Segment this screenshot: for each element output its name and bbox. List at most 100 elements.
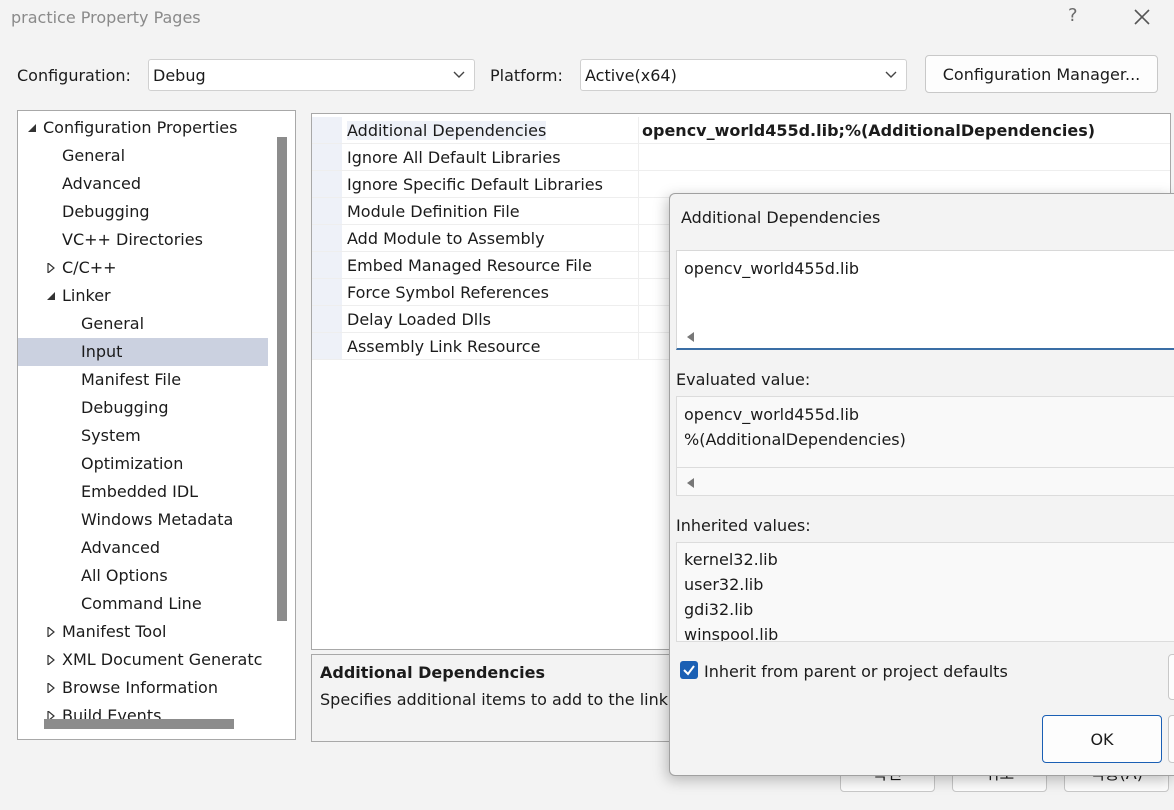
tree-item-windows-metadata[interactable]: Windows Metadata	[18, 506, 268, 534]
configuration-dropdown[interactable]: Debug	[148, 59, 475, 91]
property-name: Embed Managed Resource File	[347, 256, 592, 275]
collapse-arrow-icon[interactable]	[27, 123, 37, 133]
column-separator	[638, 333, 639, 359]
property-value[interactable]: opencv_world455d.lib;%(AdditionalDepende…	[642, 121, 1095, 140]
platform-label: Platform:	[490, 66, 563, 85]
scroll-left-icon[interactable]	[686, 477, 696, 489]
tree-item-label: VC++ Directories	[62, 230, 203, 249]
tree-item-advanced[interactable]: Advanced	[18, 170, 268, 198]
column-separator	[638, 225, 639, 251]
tree-item-embedded-idl[interactable]: Embedded IDL	[18, 478, 268, 506]
tree-item-debugging[interactable]: Debugging	[18, 198, 268, 226]
tree-vertical-scrollbar[interactable]	[277, 137, 287, 621]
grid-row-ignore-all-default-libraries[interactable]: Ignore All Default Libraries	[312, 144, 1170, 171]
evaluated-value-box: opencv_world455d.lib %(AdditionalDepende…	[676, 396, 1174, 496]
tree-item-configuration-properties[interactable]: Configuration Properties	[18, 114, 268, 142]
inherit-checkbox[interactable]	[680, 661, 698, 679]
tree-item-linker[interactable]: Linker	[18, 282, 268, 310]
row-gutter	[312, 144, 342, 170]
tree-item-label: Advanced	[81, 538, 161, 557]
tree-item-command-line[interactable]: Command Line	[18, 590, 268, 618]
row-gutter	[312, 252, 342, 278]
expand-arrow-icon[interactable]	[46, 683, 56, 693]
close-icon[interactable]	[1128, 3, 1156, 31]
window-title: practice Property Pages	[11, 8, 201, 27]
tree-item-system[interactable]: System	[18, 422, 268, 450]
inherit-checkbox-label[interactable]: Inherit from parent or project defaults	[704, 662, 1008, 681]
expand-arrow-icon[interactable]	[46, 655, 56, 665]
tree-item-label: Browse Information	[62, 678, 218, 697]
inherited-line: kernel32.lib	[684, 550, 778, 569]
edit-text[interactable]: opencv_world455d.lib	[684, 259, 859, 278]
tree-item-linker-input[interactable]: Input	[18, 338, 268, 366]
expand-arrow-icon[interactable]	[46, 263, 56, 273]
column-separator	[638, 144, 639, 170]
tree-item-label: General	[81, 314, 145, 333]
property-name: Assembly Link Resource	[347, 337, 541, 356]
tree-item-browse-information[interactable]: Browse Information	[18, 674, 268, 702]
expand-arrow-icon[interactable]	[46, 627, 56, 637]
tree-horizontal-scrollbar[interactable]	[44, 719, 234, 729]
property-name: Module Definition File	[347, 202, 520, 221]
configuration-manager-button[interactable]: Configuration Manager...	[925, 55, 1158, 93]
tree-item-label: C/C++	[62, 258, 117, 277]
inherited-line: user32.lib	[684, 575, 764, 594]
property-tree: Configuration Properties General Advance…	[17, 110, 296, 740]
property-name: Ignore All Default Libraries	[347, 148, 561, 167]
property-name: Ignore Specific Default Libraries	[347, 175, 603, 194]
column-separator	[638, 252, 639, 278]
row-gutter	[312, 333, 342, 359]
cancel-button-edge[interactable]	[1168, 715, 1174, 763]
tree-item-linker-general[interactable]: General	[18, 310, 268, 338]
column-separator	[638, 279, 639, 305]
row-gutter	[312, 198, 342, 224]
tree-item-xml-document-generator[interactable]: XML Document Generatc	[18, 646, 268, 674]
property-name: Add Module to Assembly	[347, 229, 545, 248]
tree-item-label: Debugging	[81, 398, 169, 417]
tree-item-label: Configuration Properties	[43, 118, 238, 137]
property-name: Delay Loaded Dlls	[347, 310, 491, 329]
dialog-title: Additional Dependencies	[681, 208, 881, 227]
chevron-down-icon	[453, 71, 465, 78]
row-gutter	[312, 171, 342, 197]
tree-item-label: Input	[81, 342, 123, 361]
evaluated-value-label: Evaluated value:	[676, 370, 811, 389]
inherited-values-box: kernel32.lib user32.lib gdi32.lib winspo…	[676, 542, 1174, 642]
scroll-left-icon[interactable]	[686, 331, 696, 343]
tree-item-label: General	[62, 146, 126, 165]
box-divider	[677, 467, 1174, 468]
row-gutter	[312, 306, 342, 332]
tree-item-label: Embedded IDL	[81, 482, 199, 501]
tree-item-label: Optimization	[81, 454, 184, 473]
description-text: Specifies additional items to add to the…	[320, 690, 668, 709]
property-name: Force Symbol References	[347, 283, 549, 302]
tree-item-linker-advanced[interactable]: Advanced	[18, 534, 268, 562]
configuration-bar: Configuration: Debug Platform: Active(x6…	[0, 55, 1174, 97]
tree-item-c-cpp[interactable]: C/C++	[18, 254, 268, 282]
column-separator	[638, 117, 639, 143]
tree-item-label: Linker	[62, 286, 111, 305]
tree-item-label: Advanced	[62, 174, 142, 193]
tree-item-all-options[interactable]: All Options	[18, 562, 268, 590]
checkmark-icon	[683, 665, 695, 676]
configuration-value: Debug	[153, 66, 206, 85]
help-button[interactable]: ?	[1068, 5, 1078, 26]
macros-button-edge[interactable]	[1168, 654, 1174, 700]
tree-item-label: All Options	[81, 566, 168, 585]
tree-item-manifest-tool[interactable]: Manifest Tool	[18, 618, 268, 646]
tree-item-manifest-file[interactable]: Manifest File	[18, 366, 268, 394]
grid-row-additional-dependencies[interactable]: Additional Dependencies opencv_world455d…	[312, 117, 1170, 144]
collapse-arrow-icon[interactable]	[46, 291, 56, 301]
dependencies-edit-box[interactable]: opencv_world455d.lib	[676, 250, 1174, 350]
tree-item-label: System	[81, 426, 141, 445]
tree-item-vc-directories[interactable]: VC++ Directories	[18, 226, 268, 254]
tree-item-label: Command Line	[81, 594, 202, 613]
tree-item-general[interactable]: General	[18, 142, 268, 170]
platform-dropdown[interactable]: Active(x64)	[580, 59, 907, 91]
property-name: Additional Dependencies	[347, 121, 547, 140]
evaluated-line: opencv_world455d.lib	[684, 405, 860, 424]
ok-button[interactable]: OK	[1042, 715, 1162, 763]
tree-item-optimization[interactable]: Optimization	[18, 450, 268, 478]
tree-item-label: Manifest File	[81, 370, 182, 389]
tree-item-linker-debugging[interactable]: Debugging	[18, 394, 268, 422]
